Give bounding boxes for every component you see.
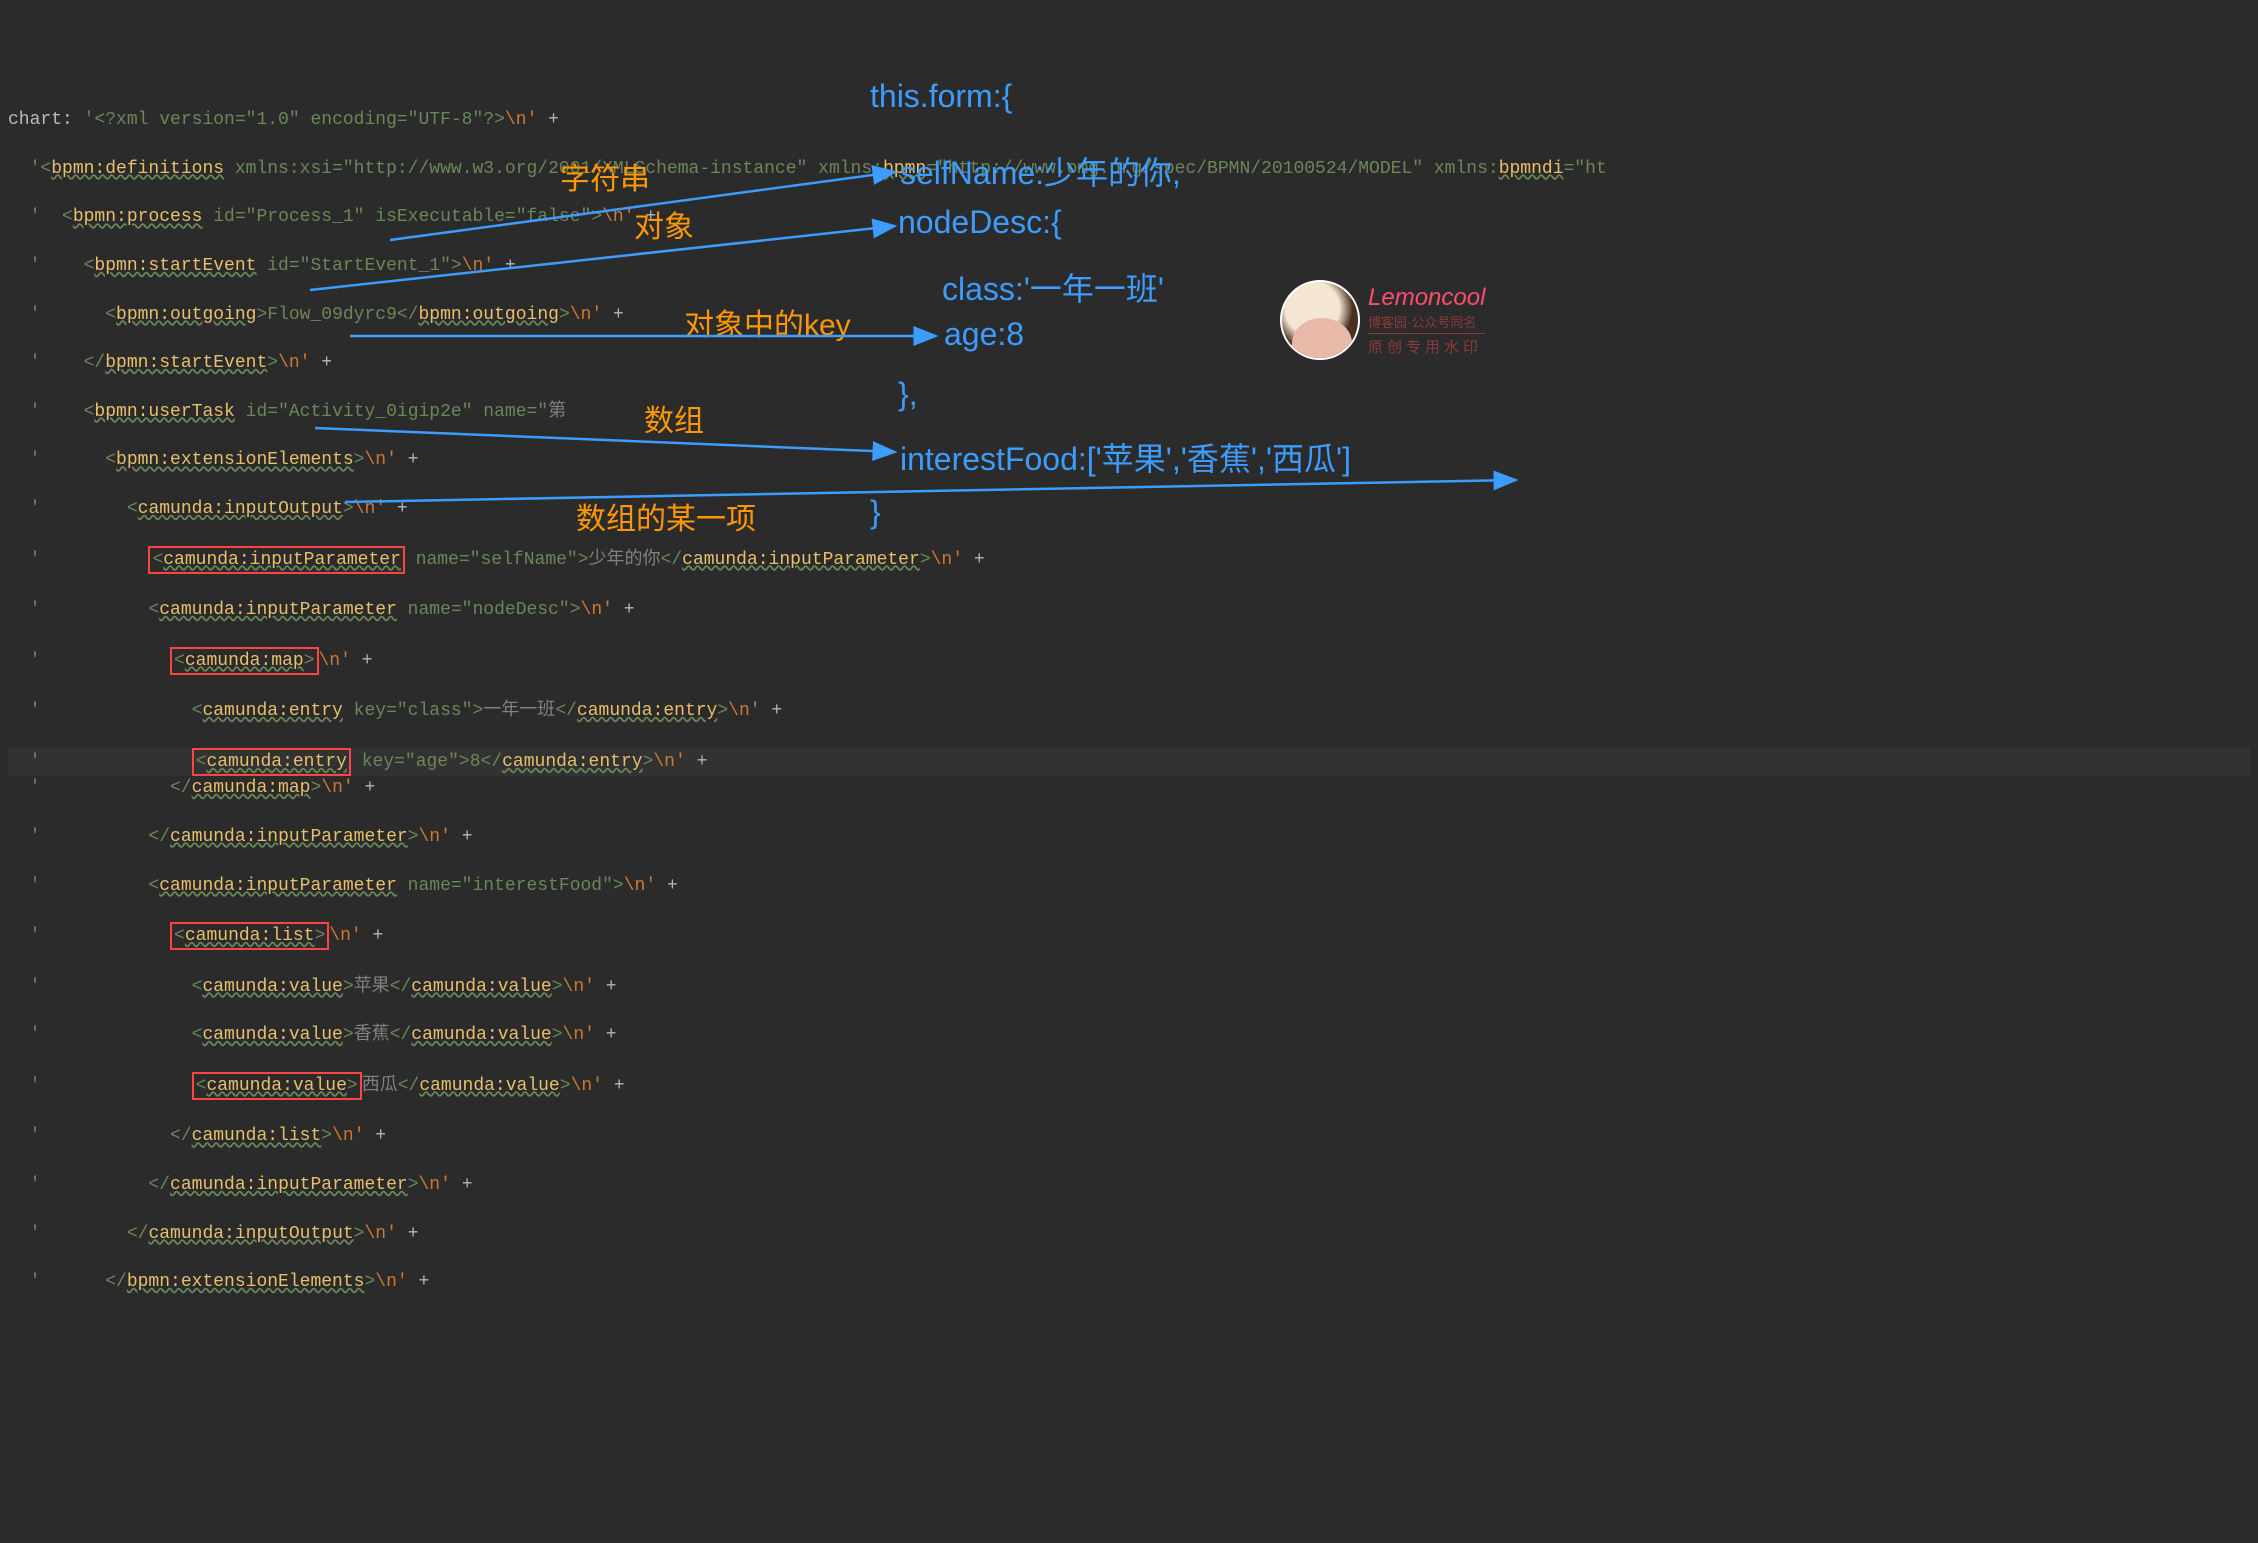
code-line: ' <bpmn:userTask id="Activity_0igip2e" n…: [8, 400, 2250, 424]
code-line: ' <camunda:inputParameter name="selfName…: [8, 546, 2250, 574]
code-line: ' </camunda:map>\n' +: [8, 776, 2250, 800]
code-line: ' </bpmn:startEvent>\n' +: [8, 351, 2250, 375]
code-line: ' </camunda:list>\n' +: [8, 1124, 2250, 1148]
code-line: ' <camunda:inputOutput>\n' +: [8, 497, 2250, 521]
code-line: ' </camunda:inputOutput>\n' +: [8, 1222, 2250, 1246]
code-editor[interactable]: chart: '<?xml version="1.0" encoding="UT…: [0, 80, 2258, 1323]
code-line: ' <camunda:value>香蕉</camunda:value>\n' +: [8, 1023, 2250, 1047]
code-line: ' <bpmn:extensionElements>\n' +: [8, 448, 2250, 472]
code-line: ' <camunda:inputParameter name="interest…: [8, 874, 2250, 898]
code-line: ' </camunda:inputParameter>\n' +: [8, 1173, 2250, 1197]
highlight-input-parameter: <camunda:inputParameter: [148, 546, 404, 574]
highlight-map: <camunda:map>: [170, 647, 318, 675]
code-line: ' <camunda:list>\n' +: [8, 922, 2250, 950]
highlight-entry: <camunda:entry: [192, 748, 351, 776]
code-line: ' <bpmn:startEvent id="StartEvent_1">\n'…: [8, 254, 2250, 278]
code-line: ' <bpmn:process id="Process_1" isExecuta…: [8, 205, 2250, 229]
code-line: ' <camunda:entry key="age">8</camunda:en…: [8, 748, 2250, 776]
code-line: ' </bpmn:extensionElements>\n' +: [8, 1270, 2250, 1294]
code-line: ' <camunda:inputParameter name="nodeDesc…: [8, 598, 2250, 622]
var-label: chart:: [8, 110, 73, 130]
code-line: ' <camunda:value>苹果</camunda:value>\n' +: [8, 975, 2250, 999]
code-line: ' <camunda:value>西瓜</camunda:value>\n' +: [8, 1072, 2250, 1100]
code-line: '<bpmn:definitions xmlns:xsi="http://www…: [8, 157, 2250, 181]
code-line: ' <bpmn:outgoing>Flow_09dyrc9</bpmn:outg…: [8, 303, 2250, 327]
highlight-list: <camunda:list>: [170, 922, 329, 950]
highlight-value: <camunda:value>: [192, 1072, 362, 1100]
code-line: ' </camunda:inputParameter>\n' +: [8, 825, 2250, 849]
code-line: ' <camunda:entry key="class">一年一班</camun…: [8, 699, 2250, 723]
code-line: ' <camunda:map>\n' +: [8, 647, 2250, 675]
code-line: chart: '<?xml version="1.0" encoding="UT…: [8, 108, 2250, 132]
